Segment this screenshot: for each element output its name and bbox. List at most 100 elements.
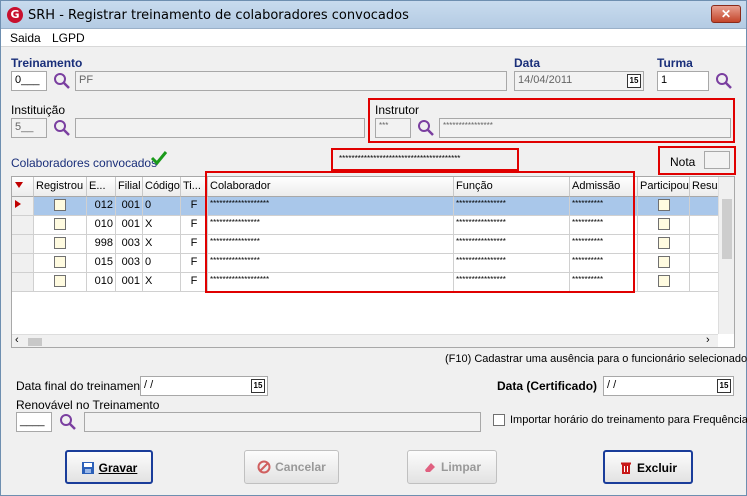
menu-lgpd[interactable]: LGPD xyxy=(52,31,85,45)
checkbox-box[interactable] xyxy=(657,256,670,269)
resultado-cell[interactable] xyxy=(690,273,720,292)
participou-checkbox[interactable] xyxy=(638,216,690,235)
cell-codigo[interactable]: X xyxy=(143,235,181,254)
data-final-input[interactable]: / / xyxy=(140,376,268,396)
nota-input[interactable] xyxy=(704,151,730,169)
grid-header-tipo[interactable]: Ti... xyxy=(181,177,208,197)
sort-down-icon xyxy=(15,182,23,188)
grid-header-registrou[interactable]: Registrou xyxy=(34,177,87,197)
renovavel-code-input[interactable]: ____ xyxy=(16,412,52,432)
checkbox-box[interactable] xyxy=(54,275,66,288)
checkbox-box[interactable] xyxy=(657,275,670,288)
checkbox-box[interactable] xyxy=(54,237,66,250)
scroll-left-icon[interactable]: ‹ xyxy=(15,334,19,346)
registrou-checkbox[interactable] xyxy=(34,235,87,254)
importar-label: Importar horário do treinamento para Fre… xyxy=(510,414,747,426)
participou-checkbox[interactable] xyxy=(638,235,690,254)
checkbox-box[interactable] xyxy=(54,218,66,231)
cell-e[interactable]: 998 xyxy=(87,235,116,254)
turma-input[interactable]: 1 xyxy=(657,71,709,91)
eraser-icon xyxy=(424,462,435,472)
instrutor-code-input[interactable]: *** xyxy=(375,118,411,138)
current-row-icon xyxy=(15,200,21,208)
h-scroll-thumb[interactable] xyxy=(28,338,42,346)
registrou-checkbox[interactable] xyxy=(34,254,87,273)
turma-search-icon[interactable] xyxy=(715,72,733,90)
grid-header-codigo[interactable]: Código xyxy=(143,177,181,197)
checkbox-box[interactable] xyxy=(657,237,670,250)
cell-tipo[interactable]: F xyxy=(181,273,208,292)
scroll-right-icon[interactable]: › xyxy=(706,334,710,346)
main-window: G SRH - Registrar treinamento de colabor… xyxy=(0,0,747,496)
nota-label: Nota xyxy=(670,155,696,169)
registrou-checkbox[interactable] xyxy=(34,273,87,292)
data-certificado-input[interactable]: / / xyxy=(603,376,734,396)
data-final-calendar-icon[interactable]: 15 xyxy=(251,379,265,393)
participou-checkbox[interactable] xyxy=(638,197,690,216)
renovavel-search-icon[interactable] xyxy=(59,413,77,431)
gravar-button[interactable]: Gravar xyxy=(65,450,153,484)
data-certificado-calendar-icon[interactable]: 15 xyxy=(717,379,731,393)
data-input[interactable]: 14/04/2011 xyxy=(514,71,644,91)
cell-filial[interactable]: 001 xyxy=(116,216,143,235)
calendar-icon[interactable]: 15 xyxy=(627,74,641,88)
grid-header-resultado[interactable]: Resu xyxy=(690,177,720,197)
cell-codigo[interactable]: X xyxy=(143,273,181,292)
limpar-label: Limpar xyxy=(440,460,481,474)
cancel-icon xyxy=(257,460,271,474)
renovavel-label: Renovável no Treinamento xyxy=(16,398,160,412)
checkbox-box[interactable] xyxy=(54,199,66,212)
gravar-label: Gravar xyxy=(98,461,138,475)
cell-filial[interactable]: 003 xyxy=(116,235,143,254)
row-indicator xyxy=(12,235,34,254)
cell-tipo[interactable]: F xyxy=(181,235,208,254)
colaboradores-label: Colaboradores convocados xyxy=(11,156,158,170)
cell-tipo[interactable]: F xyxy=(181,197,208,216)
resultado-cell[interactable] xyxy=(690,254,720,273)
grid-header-participou[interactable]: Participou xyxy=(638,177,690,197)
participou-checkbox[interactable] xyxy=(638,254,690,273)
checkbox-box[interactable] xyxy=(54,256,66,269)
resultado-cell[interactable] xyxy=(690,216,720,235)
cell-filial[interactable]: 001 xyxy=(116,197,143,216)
registrou-checkbox[interactable] xyxy=(34,216,87,235)
cell-codigo[interactable]: 0 xyxy=(143,197,181,216)
instrutor-search-icon[interactable] xyxy=(417,119,435,137)
treinamento-code-input[interactable]: 0___ xyxy=(11,71,47,91)
instituicao-code-input[interactable]: 5__ xyxy=(11,118,47,138)
resultado-cell[interactable] xyxy=(690,197,720,216)
cell-e[interactable]: 010 xyxy=(87,216,116,235)
grid-highlight-box xyxy=(205,171,635,293)
v-scroll-thumb[interactable] xyxy=(722,199,732,259)
cell-codigo[interactable]: 0 xyxy=(143,254,181,273)
importar-checkbox[interactable] xyxy=(493,414,505,426)
cell-e[interactable]: 015 xyxy=(87,254,116,273)
horizontal-scrollbar[interactable]: ‹ › xyxy=(12,334,718,347)
participou-checkbox[interactable] xyxy=(638,273,690,292)
vertical-scrollbar[interactable] xyxy=(718,177,734,334)
resultado-cell[interactable] xyxy=(690,235,720,254)
grid-header-empresa[interactable]: E... xyxy=(87,177,116,197)
cancelar-button[interactable]: Cancelar xyxy=(244,450,339,484)
cell-filial[interactable]: 001 xyxy=(116,273,143,292)
grid-header-filial[interactable]: Filial xyxy=(116,177,143,197)
registrou-checkbox[interactable] xyxy=(34,197,87,216)
limpar-button[interactable]: Limpar xyxy=(407,450,497,484)
treinamento-search-icon[interactable] xyxy=(53,72,71,90)
check-icon xyxy=(150,151,168,166)
checkbox-box[interactable] xyxy=(657,199,670,212)
cell-tipo[interactable]: F xyxy=(181,216,208,235)
title-bar: G SRH - Registrar treinamento de colabor… xyxy=(1,1,746,29)
excluir-button[interactable]: Excluir xyxy=(603,450,693,484)
close-button[interactable]: ✕ xyxy=(711,5,741,23)
cell-e[interactable]: 012 xyxy=(87,197,116,216)
menu-saida[interactable]: Saida xyxy=(10,31,41,45)
cell-e[interactable]: 010 xyxy=(87,273,116,292)
instituicao-search-icon[interactable] xyxy=(53,119,71,137)
cell-codigo[interactable]: X xyxy=(143,216,181,235)
checkbox-box[interactable] xyxy=(657,218,670,231)
cell-tipo[interactable]: F xyxy=(181,254,208,273)
treinamento-name-field: PF xyxy=(75,71,507,91)
cancelar-label: Cancelar xyxy=(275,460,326,474)
cell-filial[interactable]: 003 xyxy=(116,254,143,273)
